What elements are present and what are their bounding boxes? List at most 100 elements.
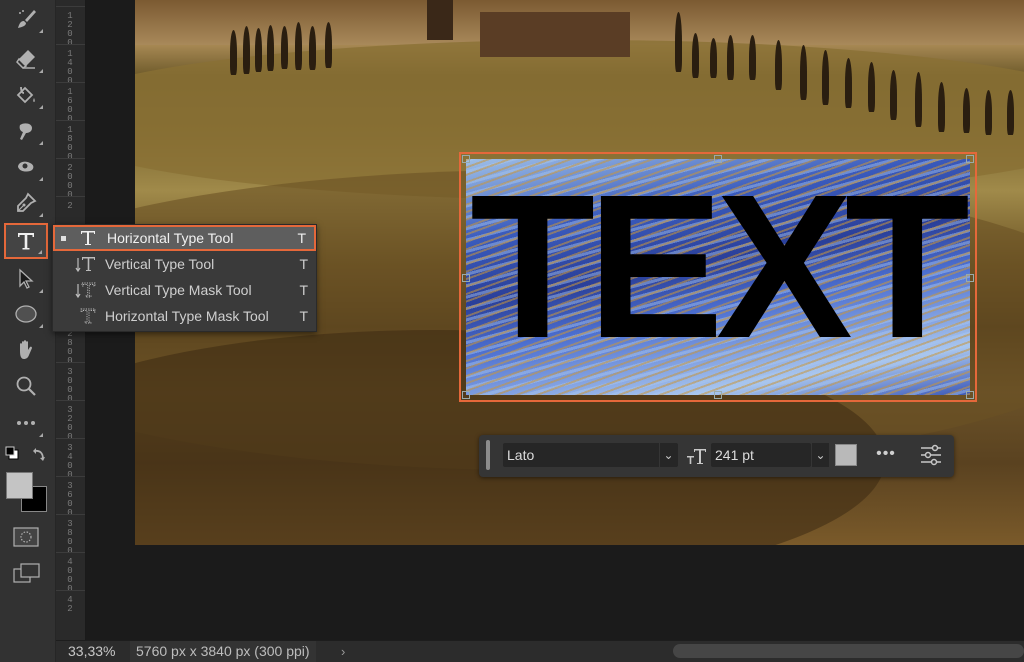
smudge-finger-icon xyxy=(19,123,32,140)
image-cypress-tree xyxy=(267,25,274,71)
type-t-icon xyxy=(18,233,34,250)
transform-handle[interactable] xyxy=(966,155,974,163)
text-color-swatch[interactable] xyxy=(835,444,857,466)
ruler-label: 2000 xyxy=(67,163,73,200)
ruler-label: 1600 xyxy=(67,87,73,124)
image-cypress-tree xyxy=(915,72,922,127)
image-cypress-tree xyxy=(281,26,288,69)
font-size-icon xyxy=(687,449,706,464)
zoom-tool[interactable] xyxy=(5,369,47,403)
ruler-tick xyxy=(56,120,85,121)
burn-tool[interactable] xyxy=(5,150,47,184)
ruler-tick xyxy=(56,6,85,7)
image-cypress-tree xyxy=(1007,90,1014,135)
selected-indicator xyxy=(61,235,66,241)
ruler-tick xyxy=(56,44,85,45)
image-cypress-tree xyxy=(255,28,262,72)
swap-colors-icon[interactable] xyxy=(32,447,46,463)
flyout-item-horizontal-type[interactable]: Horizontal Type Tool T xyxy=(53,225,316,251)
ruler-tick xyxy=(56,476,85,477)
tools-panel xyxy=(0,0,56,662)
pen-tool[interactable] xyxy=(5,186,47,220)
transform-handle[interactable] xyxy=(462,155,470,163)
image-cypress-tree xyxy=(309,26,316,70)
font-family-dropdown-chevron-icon[interactable]: ⌄ xyxy=(659,443,677,467)
transform-handle[interactable] xyxy=(462,391,470,399)
ellipse-icon xyxy=(15,305,37,323)
text-layer-fill: TEXT xyxy=(466,159,970,395)
foreground-color-swatch[interactable] xyxy=(6,472,33,499)
default-colors-icon[interactable] xyxy=(5,446,19,460)
horizontal-type-mask-icon xyxy=(80,308,96,324)
image-cypress-tree xyxy=(710,38,717,78)
transform-handle[interactable] xyxy=(714,155,722,163)
image-cypress-tree xyxy=(230,30,237,75)
smudge-tool[interactable] xyxy=(5,114,47,148)
image-cypress-tree xyxy=(675,12,682,72)
vertical-type-mask-icon xyxy=(75,282,96,299)
pen-nib-icon xyxy=(17,192,37,212)
hand-icon xyxy=(20,340,32,359)
ruler-label: 1400 xyxy=(67,49,73,86)
ruler-label: 4000 xyxy=(67,557,73,594)
brush-tool[interactable] xyxy=(5,2,47,36)
move-tool[interactable] xyxy=(5,262,47,296)
image-cypress-tree xyxy=(692,33,699,78)
text-layer-bounding-box[interactable]: TEXT xyxy=(459,152,977,402)
ruler-label: 42 xyxy=(67,595,73,614)
eraser-tool[interactable] xyxy=(5,42,47,76)
drag-grip-handle[interactable] xyxy=(486,440,490,470)
arrow-cursor-icon xyxy=(19,268,34,289)
image-cypress-tree xyxy=(727,35,734,80)
ruler-label: 3600 xyxy=(67,481,73,518)
image-cypress-tree xyxy=(775,40,782,90)
flyout-item-vertical-type[interactable]: Vertical Type Tool T xyxy=(53,251,316,277)
image-cypress-tree xyxy=(243,26,250,74)
contextual-task-bar: Lato ⌄ 241 pt ⌄ ••• xyxy=(479,435,954,477)
screen-mode-icon[interactable] xyxy=(13,563,41,585)
image-cypress-tree xyxy=(325,22,332,68)
burn-hand-icon xyxy=(18,161,34,172)
eraser-icon xyxy=(16,50,35,69)
image-farmhouse xyxy=(480,12,630,57)
image-cypress-tree xyxy=(800,45,807,100)
hand-tool[interactable] xyxy=(5,333,47,367)
more-tools[interactable] xyxy=(5,406,47,440)
ruler-tick xyxy=(56,400,85,401)
ruler-label: 3200 xyxy=(67,405,73,442)
ruler-label: 1800 xyxy=(67,125,73,162)
document-info[interactable]: 5760 px x 3840 px (300 ppi) xyxy=(130,641,316,662)
more-options-button[interactable]: ••• xyxy=(871,441,901,467)
font-size-input[interactable]: 241 pt xyxy=(711,443,811,467)
ellipse-tool[interactable] xyxy=(5,297,47,331)
flyout-item-horizontal-type-mask[interactable]: Horizontal Type Mask Tool T xyxy=(53,303,316,329)
image-cypress-tree xyxy=(868,62,875,112)
transform-handle[interactable] xyxy=(714,391,722,399)
image-cypress-tree xyxy=(890,70,897,120)
ruler-label: 1200 xyxy=(67,11,73,48)
ruler-tick xyxy=(56,438,85,439)
font-family-select[interactable]: Lato xyxy=(503,443,678,467)
text-layer-content[interactable]: TEXT xyxy=(470,164,970,369)
quick-mask-icon[interactable] xyxy=(13,527,39,547)
ruler-label: 3400 xyxy=(67,443,73,480)
ruler-label: 3000 xyxy=(67,367,73,404)
status-menu-chevron-icon[interactable]: › xyxy=(341,641,345,662)
horizontal-scrollbar[interactable] xyxy=(673,644,1024,658)
zoom-level[interactable]: 33,33% xyxy=(68,643,115,659)
ruler-tick xyxy=(56,196,85,197)
paint-bucket-tool[interactable] xyxy=(5,78,47,112)
sliders-settings-icon[interactable] xyxy=(919,443,943,467)
brush-icon xyxy=(18,10,36,28)
ruler-tick xyxy=(56,552,85,553)
font-size-dropdown-chevron-icon[interactable]: ⌄ xyxy=(811,443,829,467)
transform-handle[interactable] xyxy=(462,274,470,282)
flyout-item-vertical-type-mask[interactable]: Vertical Type Mask Tool T xyxy=(53,277,316,303)
horizontal-type-icon xyxy=(81,231,95,245)
transform-handle[interactable] xyxy=(966,391,974,399)
ruler-tick xyxy=(56,590,85,591)
type-tool[interactable] xyxy=(4,223,48,259)
magnifier-icon xyxy=(16,376,36,396)
transform-handle[interactable] xyxy=(966,274,974,282)
vertical-type-icon xyxy=(75,257,95,273)
